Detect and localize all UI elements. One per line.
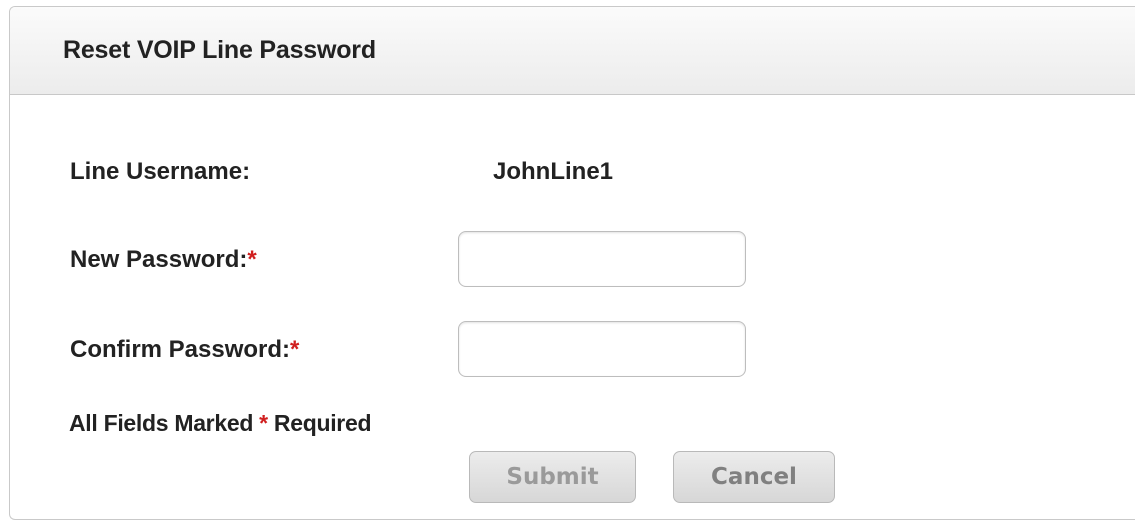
cancel-button[interactable]: Cancel bbox=[673, 451, 835, 503]
required-asterisk: * bbox=[290, 336, 300, 363]
new-password-input[interactable] bbox=[458, 231, 746, 287]
required-asterisk: * bbox=[247, 246, 257, 273]
confirm-password-label: Confirm Password:* bbox=[70, 336, 299, 364]
panel-header: Reset VOIP Line Password bbox=[10, 7, 1135, 95]
required-asterisk: * bbox=[259, 410, 268, 436]
new-password-label-text: New Password: bbox=[70, 246, 248, 273]
line-username-label-text: Line Username: bbox=[70, 158, 251, 185]
panel-title: Reset VOIP Line Password bbox=[63, 36, 376, 64]
required-fields-note: All Fields Marked * Required bbox=[69, 410, 372, 437]
required-note-suffix: Required bbox=[267, 410, 372, 436]
new-password-label: New Password:* bbox=[70, 246, 257, 274]
required-note-prefix: All Fields Marked bbox=[69, 410, 260, 436]
submit-button[interactable]: Submit bbox=[469, 451, 636, 503]
line-username-label: Line Username: bbox=[70, 158, 250, 186]
reset-password-panel: Reset VOIP Line Password Line Username: … bbox=[9, 6, 1135, 520]
confirm-password-label-text: Confirm Password: bbox=[70, 336, 291, 363]
confirm-password-input[interactable] bbox=[458, 321, 746, 377]
line-username-value: JohnLine1 bbox=[493, 158, 614, 185]
